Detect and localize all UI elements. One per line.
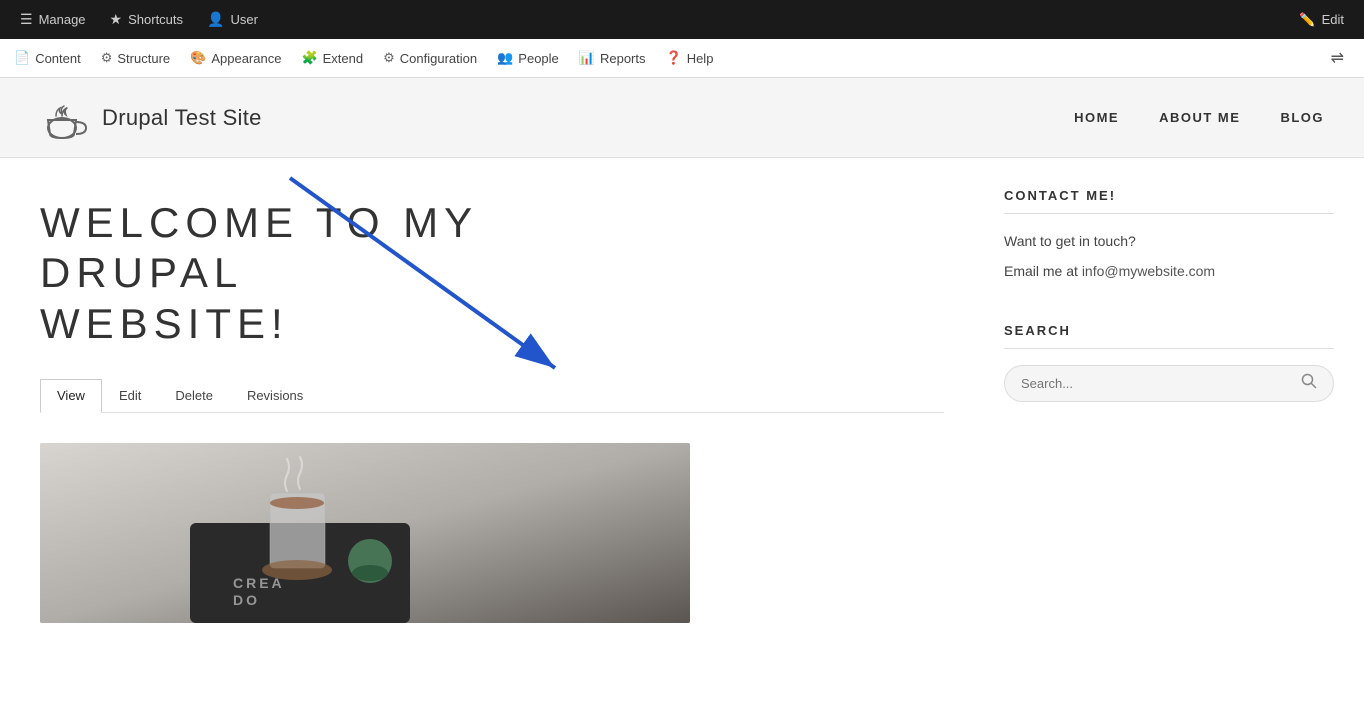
admin-toolbar-right: ✏️ Edit [1287,0,1356,39]
menu-item-extend[interactable]: 🧩 Extend [291,39,373,78]
svg-text:CREA: CREA [233,575,285,591]
heading-line2: WEBSITE! [40,300,289,347]
nav-home[interactable]: HOME [1074,110,1119,125]
tab-view[interactable]: View [40,379,102,413]
manage-icon: ☰ [20,11,33,28]
site-nav: HOME ABOUT ME BLOG [1074,110,1324,125]
article-image: CREA DO [40,443,690,623]
heading-line1: WELCOME TO MY DRUPAL [40,199,477,296]
menu-extend-label: Extend [323,51,363,66]
contact-text: Want to get in touch? [1004,230,1334,252]
menu-item-people[interactable]: 👥 People [487,39,569,78]
contact-block-title: CONTACT ME! [1004,188,1334,214]
menu-reports-label: Reports [600,51,646,66]
star-icon: ★ [110,11,123,28]
menu-item-appearance[interactable]: 🎨 Appearance [180,39,291,78]
menu-help-label: Help [687,51,714,66]
menu-bar: 📄 Content ⚙ Structure 🎨 Appearance 🧩 Ext… [0,39,1364,78]
content-tabs: View Edit Delete Revisions [40,379,944,413]
menu-item-configuration[interactable]: ⚙ Configuration [373,39,487,78]
people-icon: 👥 [497,50,513,66]
primary-content: WELCOME TO MY DRUPAL WEBSITE! View Edit … [0,158,984,710]
site-brand: Drupal Test Site [40,94,262,142]
toggle-sidebar-button[interactable]: ⇌ [1323,44,1352,72]
edit-button[interactable]: ✏️ Edit [1287,0,1356,39]
config-icon: ⚙ [383,50,395,66]
content-icon: 📄 [14,50,30,66]
tab-edit[interactable]: Edit [102,379,158,412]
reports-icon: 📊 [579,50,595,66]
tab-delete[interactable]: Delete [158,379,230,412]
search-button[interactable] [1297,367,1321,400]
nav-blog[interactable]: BLOG [1280,110,1324,125]
search-block-title: SEARCH [1004,323,1334,349]
shortcuts-label: Shortcuts [128,12,183,27]
article-image-svg: CREA DO [40,443,690,623]
menu-bar-right: ⇌ [1323,44,1360,72]
menu-item-structure[interactable]: ⚙ Structure [91,39,180,78]
help-icon: ❓ [666,50,682,66]
manage-button[interactable]: ☰ Manage [8,0,98,39]
menu-people-label: People [518,51,558,66]
menu-content-label: Content [35,51,81,66]
admin-toolbar-left: ☰ Manage ★ Shortcuts 👤 User [8,0,270,39]
site-logo [40,94,88,142]
manage-label: Manage [39,12,86,27]
email-prefix: Email me at [1004,263,1082,279]
search-icon [1301,373,1317,389]
svg-text:DO: DO [233,592,260,608]
user-button[interactable]: 👤 User [195,0,270,39]
admin-toolbar: ☰ Manage ★ Shortcuts 👤 User ✏️ Edit [0,0,1364,39]
structure-icon: ⚙ [101,50,113,66]
search-input-wrap [1004,365,1334,402]
menu-item-reports[interactable]: 📊 Reports [569,39,656,78]
site-title: Drupal Test Site [102,105,262,131]
user-label: User [230,12,257,27]
search-block: SEARCH [1004,323,1334,402]
menu-structure-label: Structure [117,51,170,66]
email-address[interactable]: info@mywebsite.com [1082,263,1215,279]
extend-icon: 🧩 [301,50,317,66]
search-input[interactable] [1017,366,1297,401]
edit-label: Edit [1322,12,1344,27]
site-header: Drupal Test Site HOME ABOUT ME BLOG [0,78,1364,158]
menu-appearance-label: Appearance [211,51,281,66]
nav-about[interactable]: ABOUT ME [1159,110,1240,125]
tab-revisions[interactable]: Revisions [230,379,320,412]
menu-config-label: Configuration [400,51,477,66]
site-wrapper: Drupal Test Site HOME ABOUT ME BLOG WEL [0,78,1364,710]
pencil-icon: ✏️ [1299,12,1315,28]
user-icon: 👤 [207,11,224,28]
appearance-icon: 🎨 [190,50,206,66]
main-content: WELCOME TO MY DRUPAL WEBSITE! View Edit … [0,158,1364,710]
sidebar: CONTACT ME! Want to get in touch? Email … [984,158,1364,710]
shortcuts-button[interactable]: ★ Shortcuts [98,0,195,39]
menu-item-help[interactable]: ❓ Help [656,39,724,78]
page-heading: WELCOME TO MY DRUPAL WEBSITE! [40,198,600,349]
menu-item-content[interactable]: 📄 Content [4,39,91,78]
contact-block: CONTACT ME! Want to get in touch? Email … [1004,188,1334,283]
contact-email-line: Email me at info@mywebsite.com [1004,260,1334,282]
